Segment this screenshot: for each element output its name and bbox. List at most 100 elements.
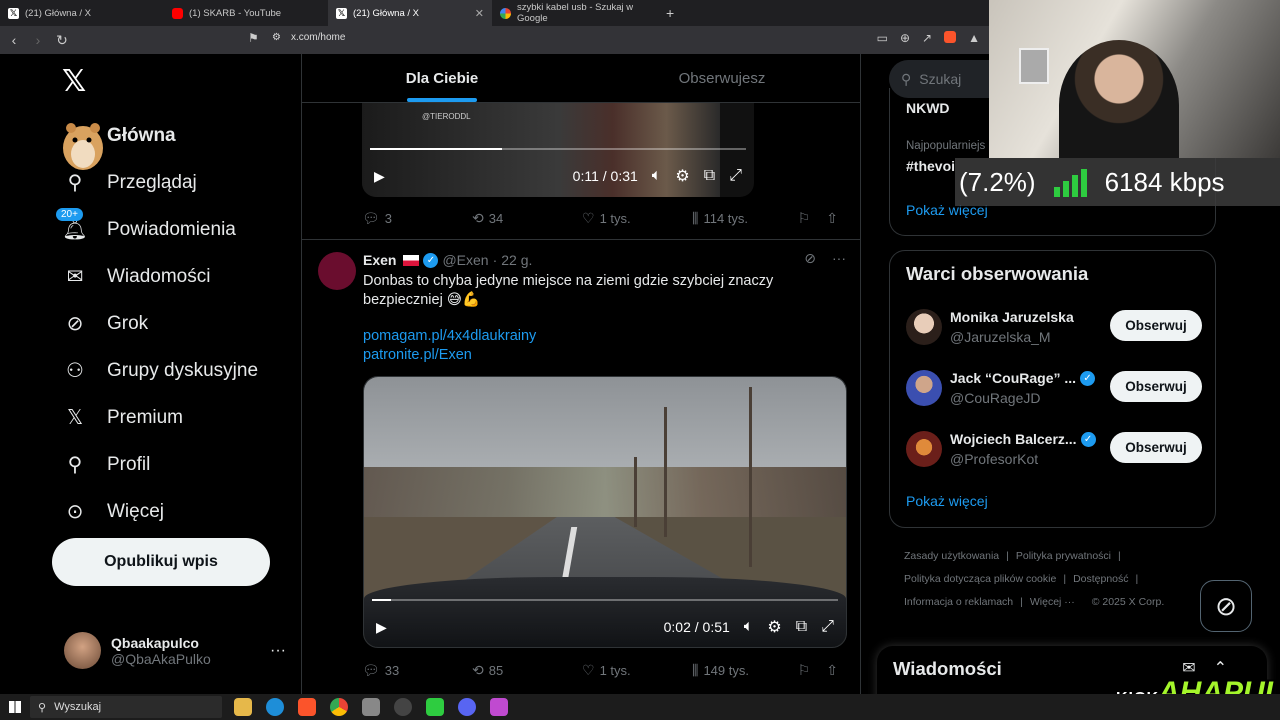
- follow-suggestion[interactable]: Monika Jaruzelska @Jaruzelska_M Obserwuj: [906, 307, 1202, 347]
- like-button[interactable]: ♡ 1 tys.: [582, 662, 692, 679]
- follow-suggestion[interactable]: Jack “CouRage” ... ✓ @CouRageJD Obserwuj: [906, 368, 1202, 408]
- pip-icon[interactable]: ⧉: [704, 167, 715, 185]
- app-icon[interactable]: [490, 698, 508, 716]
- repost-button[interactable]: ⟲ 34: [472, 210, 582, 227]
- share-icon[interactable]: ↗: [922, 31, 932, 45]
- sidebar-item-notifications[interactable]: 🔔︎ 20+ Powiadomienia: [56, 206, 258, 253]
- trend-item[interactable]: #thevoi: [906, 158, 955, 174]
- person-icon: ⚲: [67, 454, 83, 476]
- site-info-icon[interactable]: ⚙: [272, 32, 281, 43]
- footer-link[interactable]: Polityka dotycząca plików cookie: [904, 573, 1056, 585]
- fullscreen-icon[interactable]: ⤢: [729, 167, 742, 185]
- back-icon[interactable]: ‹: [4, 32, 24, 48]
- post-age[interactable]: 22 g.: [501, 252, 532, 268]
- x-logo-icon[interactable]: 𝕏: [62, 64, 86, 99]
- play-icon[interactable]: ▶: [376, 619, 387, 636]
- more-options-icon[interactable]: ···: [832, 250, 846, 267]
- tab-for-you[interactable]: Dla Ciebie: [302, 54, 582, 102]
- browser-tab-3-active[interactable]: 𝕏 (21) Główna / X ✕: [328, 0, 492, 26]
- stream-stats: (7.2%) 6184 kbps: [955, 158, 1280, 206]
- share-icon[interactable]: ⇧: [826, 210, 838, 227]
- grok-icon[interactable]: ⊘: [804, 250, 816, 267]
- avatar[interactable]: [318, 252, 356, 290]
- forward-icon[interactable]: ›: [28, 32, 48, 48]
- footer-link[interactable]: Polityka prywatności: [1016, 550, 1111, 562]
- pip-icon[interactable]: ⧉: [796, 618, 807, 636]
- footer-link[interactable]: Informacja o reklamach: [904, 596, 1013, 608]
- reload-icon[interactable]: ↻: [52, 32, 72, 49]
- author-name[interactable]: Exen: [363, 252, 396, 268]
- show-more-link[interactable]: Pokaż więcej: [906, 493, 988, 509]
- settings-icon[interactable]: ⚙: [675, 166, 689, 186]
- video-progress-bar[interactable]: [370, 148, 746, 150]
- video-progress-bar[interactable]: [372, 599, 838, 601]
- sidebar-item-grok[interactable]: ⊘ Grok: [60, 300, 258, 347]
- post-link[interactable]: pomagam.pl/4x4dlaukrainy: [363, 328, 536, 344]
- bookmark-icon[interactable]: ⚐: [798, 662, 811, 679]
- settings-icon[interactable]: ⚙: [767, 617, 781, 637]
- more-options-icon[interactable]: ···: [270, 642, 286, 660]
- edge-icon[interactable]: [266, 698, 284, 716]
- close-tab-icon[interactable]: ✕: [475, 7, 484, 20]
- chevron-up-icon[interactable]: ⌃: [1214, 658, 1227, 678]
- views-button[interactable]: ⫼ 114 tys.: [692, 210, 792, 227]
- sidebar-item-messages[interactable]: ✉ Wiadomości: [60, 253, 258, 300]
- brave-icon[interactable]: [298, 698, 316, 716]
- rewards-icon[interactable]: ▲: [968, 31, 980, 45]
- brave-shield-icon[interactable]: [944, 31, 957, 43]
- repost-button[interactable]: ⟲ 85: [472, 662, 582, 679]
- obs-icon[interactable]: [394, 698, 412, 716]
- video-player[interactable]: @TIERODDL ▶ 0:11 / 0:31 🔈︎ ⚙ ⧉ ⤢: [362, 102, 754, 197]
- browser-tab-1[interactable]: 𝕏 (21) Główna / X: [0, 0, 164, 26]
- discord-icon[interactable]: [458, 698, 476, 716]
- sidebar-item-profile[interactable]: ⚲ Profil: [60, 441, 258, 488]
- windows-taskbar: ⚲ Wyszukaj: [0, 694, 1280, 720]
- fullscreen-icon[interactable]: ⤢: [821, 618, 834, 636]
- taskbar-search[interactable]: ⚲ Wyszukaj: [30, 696, 222, 718]
- footer-link[interactable]: Zasady użytkowania: [904, 550, 999, 562]
- post-link[interactable]: patronite.pl/Exen: [363, 347, 472, 363]
- account-switcher[interactable]: Qbaakapulco @QbaAkaPulko ···: [64, 632, 286, 669]
- share-icon[interactable]: ⇧: [826, 662, 838, 679]
- app-icon[interactable]: [426, 698, 444, 716]
- video-frame-pole: [664, 407, 667, 537]
- publish-post-button[interactable]: Opublikuj wpis: [52, 538, 270, 586]
- new-tab-icon[interactable]: +: [656, 5, 684, 21]
- tab-following[interactable]: Obserwujesz: [582, 54, 860, 102]
- address-bar[interactable]: ⚙ x.com/home: [272, 32, 345, 43]
- grok-icon: ⊘: [1215, 590, 1237, 621]
- bookmark-icon[interactable]: ⚐: [798, 210, 811, 227]
- video-controls: ▶ 0:02 / 0:51 🔈︎ ⚙ ⧉ ⤢: [364, 609, 846, 645]
- browser-tab-4[interactable]: szybki kabel usb - Szukaj w Google: [492, 0, 656, 26]
- sidebar-item-communities[interactable]: ⚇ Grupy dyskusyjne: [60, 347, 258, 394]
- start-button[interactable]: [0, 701, 30, 713]
- views-button[interactable]: ⫼ 149 tys.: [692, 662, 792, 679]
- footer-link[interactable]: Dostępność: [1073, 573, 1128, 585]
- follow-button[interactable]: Obserwuj: [1110, 432, 1202, 463]
- sidebar-item-premium[interactable]: 𝕏 Premium: [60, 394, 258, 441]
- video-player[interactable]: ▶ 0:02 / 0:51 🔈︎ ⚙ ⧉ ⤢: [363, 376, 847, 648]
- new-message-icon[interactable]: ✉: [1182, 658, 1195, 678]
- repost-icon: ⟲: [472, 210, 484, 226]
- follow-suggestion[interactable]: Wojciech Balcerz... ✓ @ProfesorKot Obserw…: [906, 429, 1202, 469]
- follow-button[interactable]: Obserwuj: [1110, 371, 1202, 402]
- reply-button[interactable]: 💬︎ 33: [362, 662, 472, 679]
- like-button[interactable]: ♡ 1 tys.: [582, 210, 692, 227]
- bookmark-icon[interactable]: ⚑: [248, 31, 259, 45]
- sidebar-item-more[interactable]: ⊙ Więcej: [60, 488, 258, 535]
- volume-icon[interactable]: 🔈︎: [652, 167, 662, 185]
- cast-icon[interactable]: ▭: [877, 31, 888, 45]
- file-explorer-icon[interactable]: [234, 698, 252, 716]
- volume-icon[interactable]: 🔈︎: [744, 618, 754, 636]
- chrome-icon[interactable]: [330, 698, 348, 716]
- author-handle[interactable]: @Exen: [442, 252, 488, 268]
- follow-button[interactable]: Obserwuj: [1110, 310, 1202, 341]
- trend-item[interactable]: NKWD: [906, 100, 950, 116]
- footer-link[interactable]: Więcej ···: [1030, 596, 1075, 608]
- grok-fab-button[interactable]: ⊘: [1200, 580, 1252, 632]
- browser-tab-2[interactable]: (1) SKARB - YouTube: [164, 0, 328, 26]
- zoom-icon[interactable]: ⊕: [900, 31, 910, 45]
- app-icon[interactable]: [362, 698, 380, 716]
- play-icon[interactable]: ▶: [374, 168, 385, 185]
- reply-button[interactable]: 💬︎ 3: [362, 210, 472, 227]
